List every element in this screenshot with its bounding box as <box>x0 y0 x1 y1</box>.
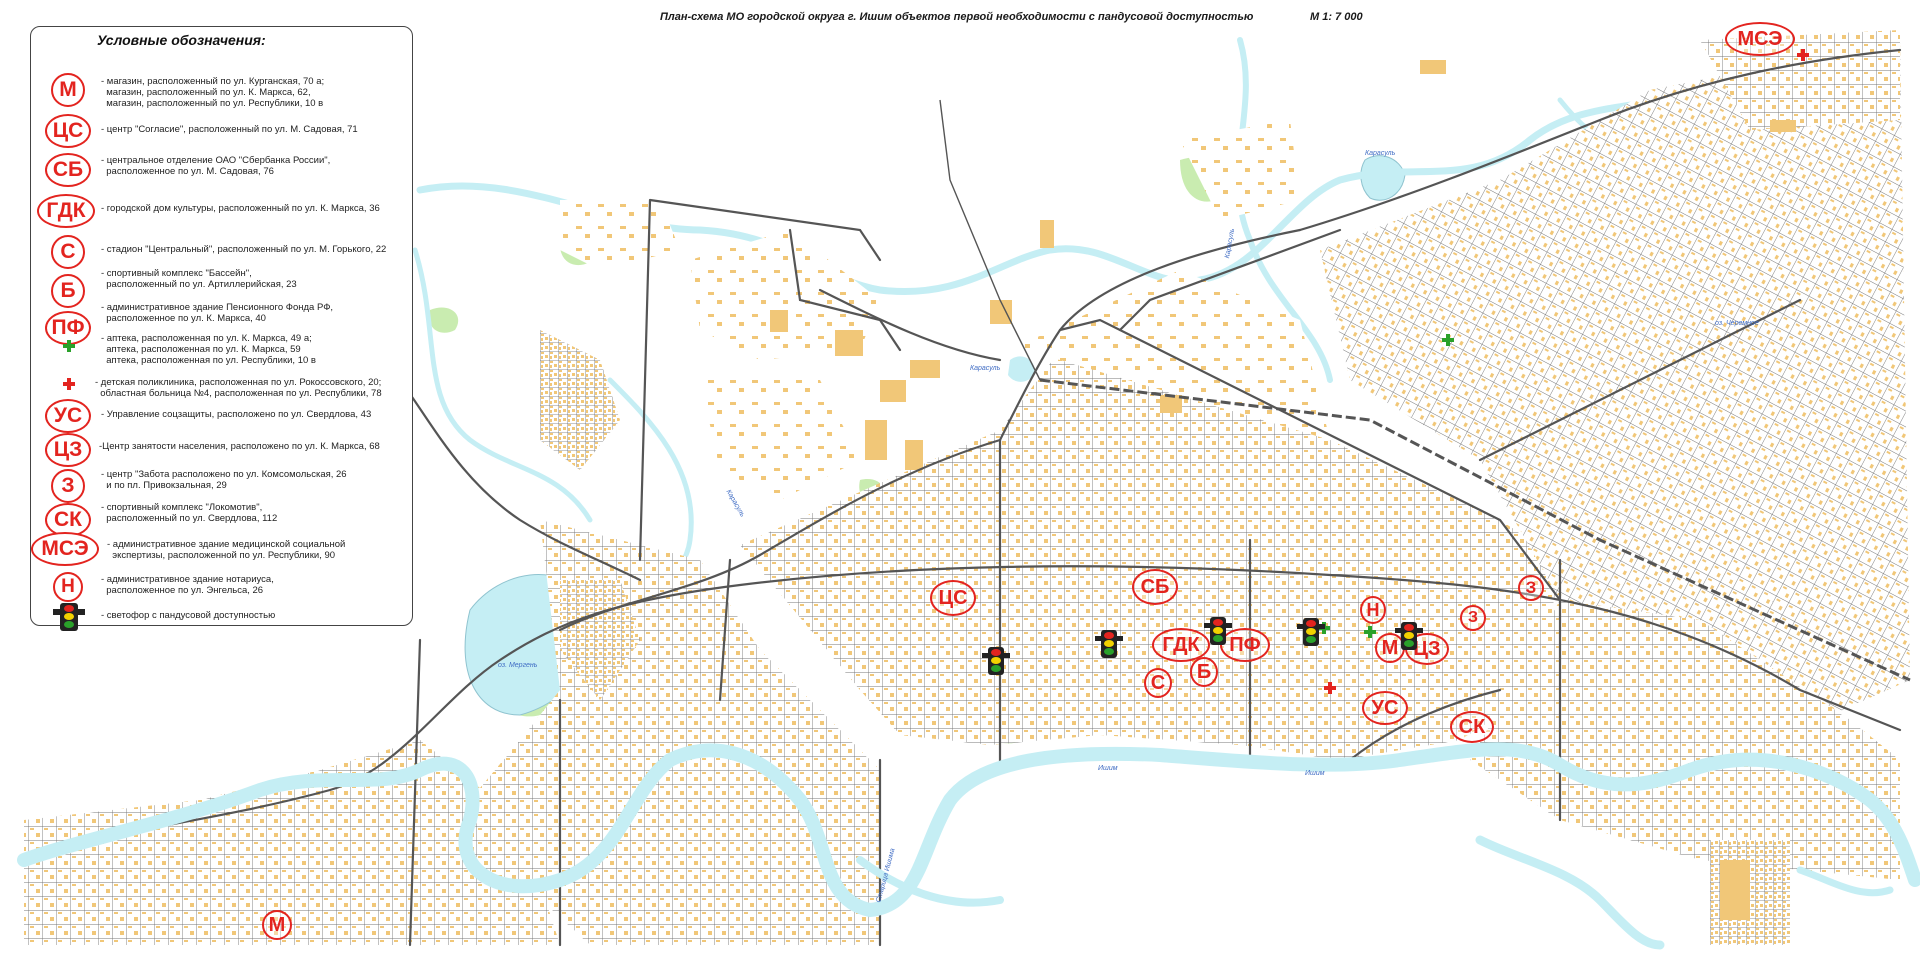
traffic-light-icon[interactable] <box>982 647 1010 675</box>
legend-text: -Центр занятости населения, расположено … <box>99 441 380 452</box>
legend-text: - магазин, расположенный по ул. Курганск… <box>101 76 325 109</box>
mse-marker-icon: МСЭ <box>31 532 99 566</box>
marker-zabota-1[interactable]: З <box>1518 575 1544 601</box>
place-label-karasul-3: Карасуль <box>970 365 1001 372</box>
cs-marker-icon: ЦС <box>45 114 91 148</box>
marker-shop-kurganskaya[interactable]: М <box>262 910 292 940</box>
legend-text: - аптека, расположенная по ул. К. Маркса… <box>101 333 316 366</box>
legend-text: - административное здание Пенсионного Фо… <box>101 302 334 324</box>
zabota-marker-icon: З <box>51 469 85 503</box>
marker-us[interactable]: УС <box>1362 691 1408 725</box>
map-scale: М 1: 7 000 <box>1310 11 1363 23</box>
legend-text: - детская поликлиника, расположенная по … <box>95 377 382 399</box>
pharmacy-icon[interactable] <box>1364 626 1376 638</box>
legend-text: - городской дом культуры, расположенный … <box>101 203 380 214</box>
place-label-lake-mergen: оз. Мергень <box>498 662 538 669</box>
map-legend: Условные обозначения: М - магазин, распо… <box>30 26 413 631</box>
legend-text: - Управление соцзащиты, расположено по у… <box>101 409 372 420</box>
hospital-icon[interactable] <box>1324 682 1336 694</box>
gdk-marker-icon: ГДК <box>37 194 95 228</box>
map-title: План-схема МО городской округа г. Ишим о… <box>660 11 1254 23</box>
marker-cs[interactable]: ЦС <box>930 580 976 616</box>
legend-text: - административное здание медицинской со… <box>107 539 346 561</box>
marker-stadium[interactable]: С <box>1144 668 1172 698</box>
marker-sb[interactable]: СБ <box>1132 569 1178 605</box>
notary-marker-icon: Н <box>53 572 83 602</box>
legend-text: - стадион "Центральный", расположенный п… <box>101 244 387 255</box>
pharmacy-icon <box>63 340 75 352</box>
marker-mse[interactable]: МСЭ <box>1725 22 1795 56</box>
traffic-light-icon[interactable] <box>1204 617 1232 645</box>
shop-marker-icon: М <box>51 73 85 107</box>
legend-text: - центральное отделение ОАО "Сбербанка Р… <box>101 155 331 177</box>
legend-text: - спортивный комплекс "Бассейн", располо… <box>101 268 297 290</box>
legend-text: - центр "Согласие", расположенный по ул.… <box>101 124 358 135</box>
marker-zabota-2[interactable]: З <box>1460 605 1486 631</box>
place-label-karasul-1: Карасуль <box>1365 150 1396 157</box>
pharmacy-icon[interactable] <box>1442 334 1454 346</box>
hospital-icon <box>63 378 75 390</box>
traffic-light-icon[interactable] <box>1297 618 1325 646</box>
traffic-light-icon[interactable] <box>1395 622 1423 650</box>
traffic-light-icon <box>53 603 85 631</box>
legend-text: - административное здание нотариуса, рас… <box>101 574 274 596</box>
legend-text: - центр "Забота расположено по ул. Комсо… <box>101 469 347 491</box>
legend-title: Условные обозначения: <box>97 32 266 48</box>
sb-marker-icon: СБ <box>45 153 91 187</box>
place-label-lake-cheremnoe: оз. Черемное <box>1715 320 1759 327</box>
stadium-marker-icon: С <box>51 235 85 269</box>
legend-text: - светофор с пандусовой доступностью <box>101 610 276 621</box>
us-marker-icon: УС <box>45 399 91 433</box>
place-label-ishim-1: Ишим <box>1098 765 1118 772</box>
hospital-icon[interactable] <box>1797 49 1809 61</box>
marker-pool[interactable]: Б <box>1190 657 1218 687</box>
legend-text: - спортивный комплекс "Локомотив", распо… <box>101 502 278 524</box>
pool-marker-icon: Б <box>51 274 85 308</box>
traffic-light-icon[interactable] <box>1095 630 1123 658</box>
cz-marker-icon: ЦЗ <box>45 433 91 467</box>
marker-sk[interactable]: СК <box>1450 711 1494 743</box>
marker-notary[interactable]: Н <box>1360 596 1386 624</box>
place-label-ishim-2: Ишим <box>1305 770 1325 777</box>
